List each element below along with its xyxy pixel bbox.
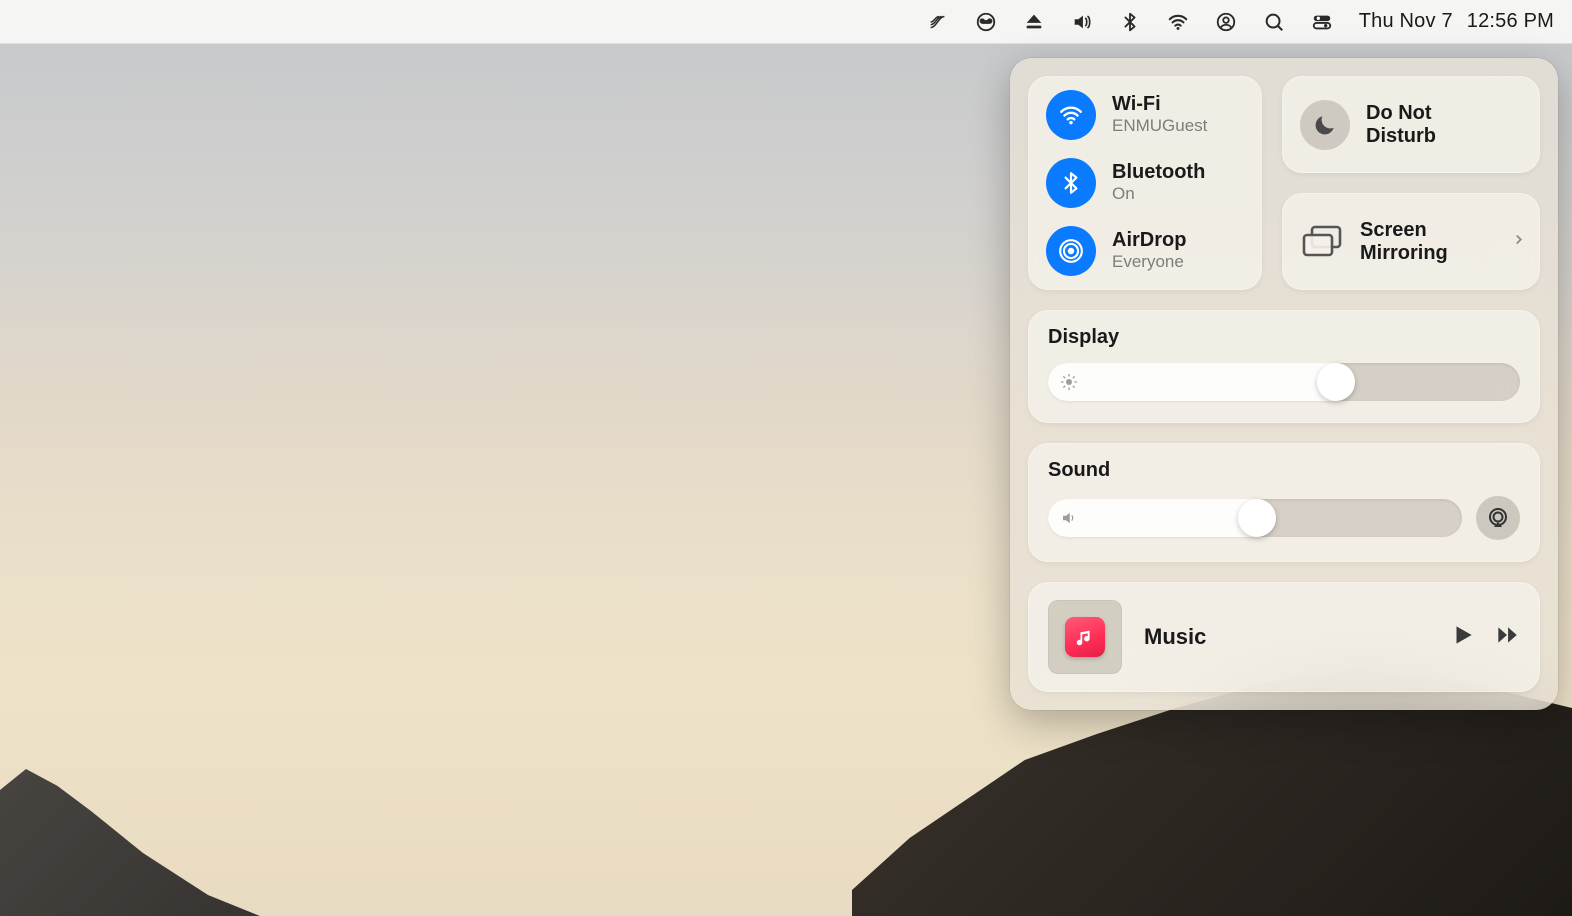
eject-icon[interactable] [1023, 11, 1045, 33]
music-artwork [1048, 600, 1122, 674]
mirror-label-line2: Mirroring [1360, 242, 1448, 265]
airdrop-toggle[interactable]: AirDrop Everyone [1046, 226, 1244, 276]
creative-cloud-icon[interactable] [975, 11, 997, 33]
airdrop-status: Everyone [1112, 252, 1186, 272]
bluetooth-icon[interactable] [1119, 11, 1141, 33]
airdrop-label: AirDrop [1112, 229, 1186, 252]
menu-bar-clock[interactable]: Thu Nov 7 12:56 PM [1359, 10, 1554, 33]
wifi-status: ENMUGuest [1112, 116, 1207, 136]
next-track-button[interactable] [1494, 622, 1520, 653]
moon-icon [1300, 100, 1350, 150]
sound-label: Sound [1048, 459, 1520, 482]
menu-bar: Thu Nov 7 12:56 PM [0, 0, 1572, 44]
wifi-icon[interactable] [1167, 11, 1189, 33]
screen-mirroring-button[interactable]: Screen Mirroring [1282, 193, 1540, 290]
control-center-top-row: Wi-Fi ENMUGuest Bluetooth On AirDrop [1028, 76, 1540, 290]
brightness-icon [1060, 373, 1078, 391]
dnd-label-line2: Disturb [1366, 125, 1436, 148]
volume-icon[interactable] [1071, 11, 1093, 33]
display-tile: Display [1028, 310, 1540, 423]
bluetooth-icon [1046, 158, 1096, 208]
chevron-right-icon [1512, 232, 1526, 251]
wifi-label: Wi-Fi [1112, 93, 1207, 116]
do-not-disturb-toggle[interactable]: Do Not Disturb [1282, 76, 1540, 173]
control-center-icon[interactable] [1311, 11, 1333, 33]
screen-mirroring-icon [1300, 223, 1344, 261]
display-label: Display [1048, 326, 1520, 349]
wifi-toggle[interactable]: Wi-Fi ENMUGuest [1046, 90, 1244, 140]
control-center-panel: Wi-Fi ENMUGuest Bluetooth On AirDrop [1010, 58, 1558, 710]
control-center-right-column: Do Not Disturb Screen Mirroring [1282, 76, 1540, 290]
bluetooth-status: On [1112, 184, 1205, 204]
music-app-label: Music [1144, 624, 1428, 650]
display-brightness-slider[interactable] [1048, 363, 1520, 401]
sound-volume-slider[interactable] [1048, 499, 1462, 537]
music-app-icon [1065, 617, 1105, 657]
sound-tile: Sound [1028, 443, 1540, 562]
spotlight-search-icon[interactable] [1263, 11, 1285, 33]
bluetooth-toggle[interactable]: Bluetooth On [1046, 158, 1244, 208]
bluetooth-label: Bluetooth [1112, 161, 1205, 184]
privacy-swirl-icon[interactable] [927, 11, 949, 33]
mirror-label-line1: Screen [1360, 219, 1448, 242]
wifi-icon [1046, 90, 1096, 140]
now-playing-tile[interactable]: Music [1028, 582, 1540, 692]
user-icon[interactable] [1215, 11, 1237, 33]
dnd-label-line1: Do Not [1366, 102, 1436, 125]
speaker-icon [1060, 509, 1078, 527]
sound-slider-knob[interactable] [1238, 499, 1276, 537]
menu-time: 12:56 PM [1467, 10, 1554, 33]
play-button[interactable] [1450, 622, 1476, 653]
menu-date: Thu Nov 7 [1359, 10, 1453, 33]
display-slider-knob[interactable] [1317, 363, 1355, 401]
connectivity-tile: Wi-Fi ENMUGuest Bluetooth On AirDrop [1028, 76, 1262, 290]
airplay-audio-button[interactable] [1476, 496, 1520, 540]
airdrop-icon [1046, 226, 1096, 276]
wallpaper-mountain-left [0, 706, 260, 916]
